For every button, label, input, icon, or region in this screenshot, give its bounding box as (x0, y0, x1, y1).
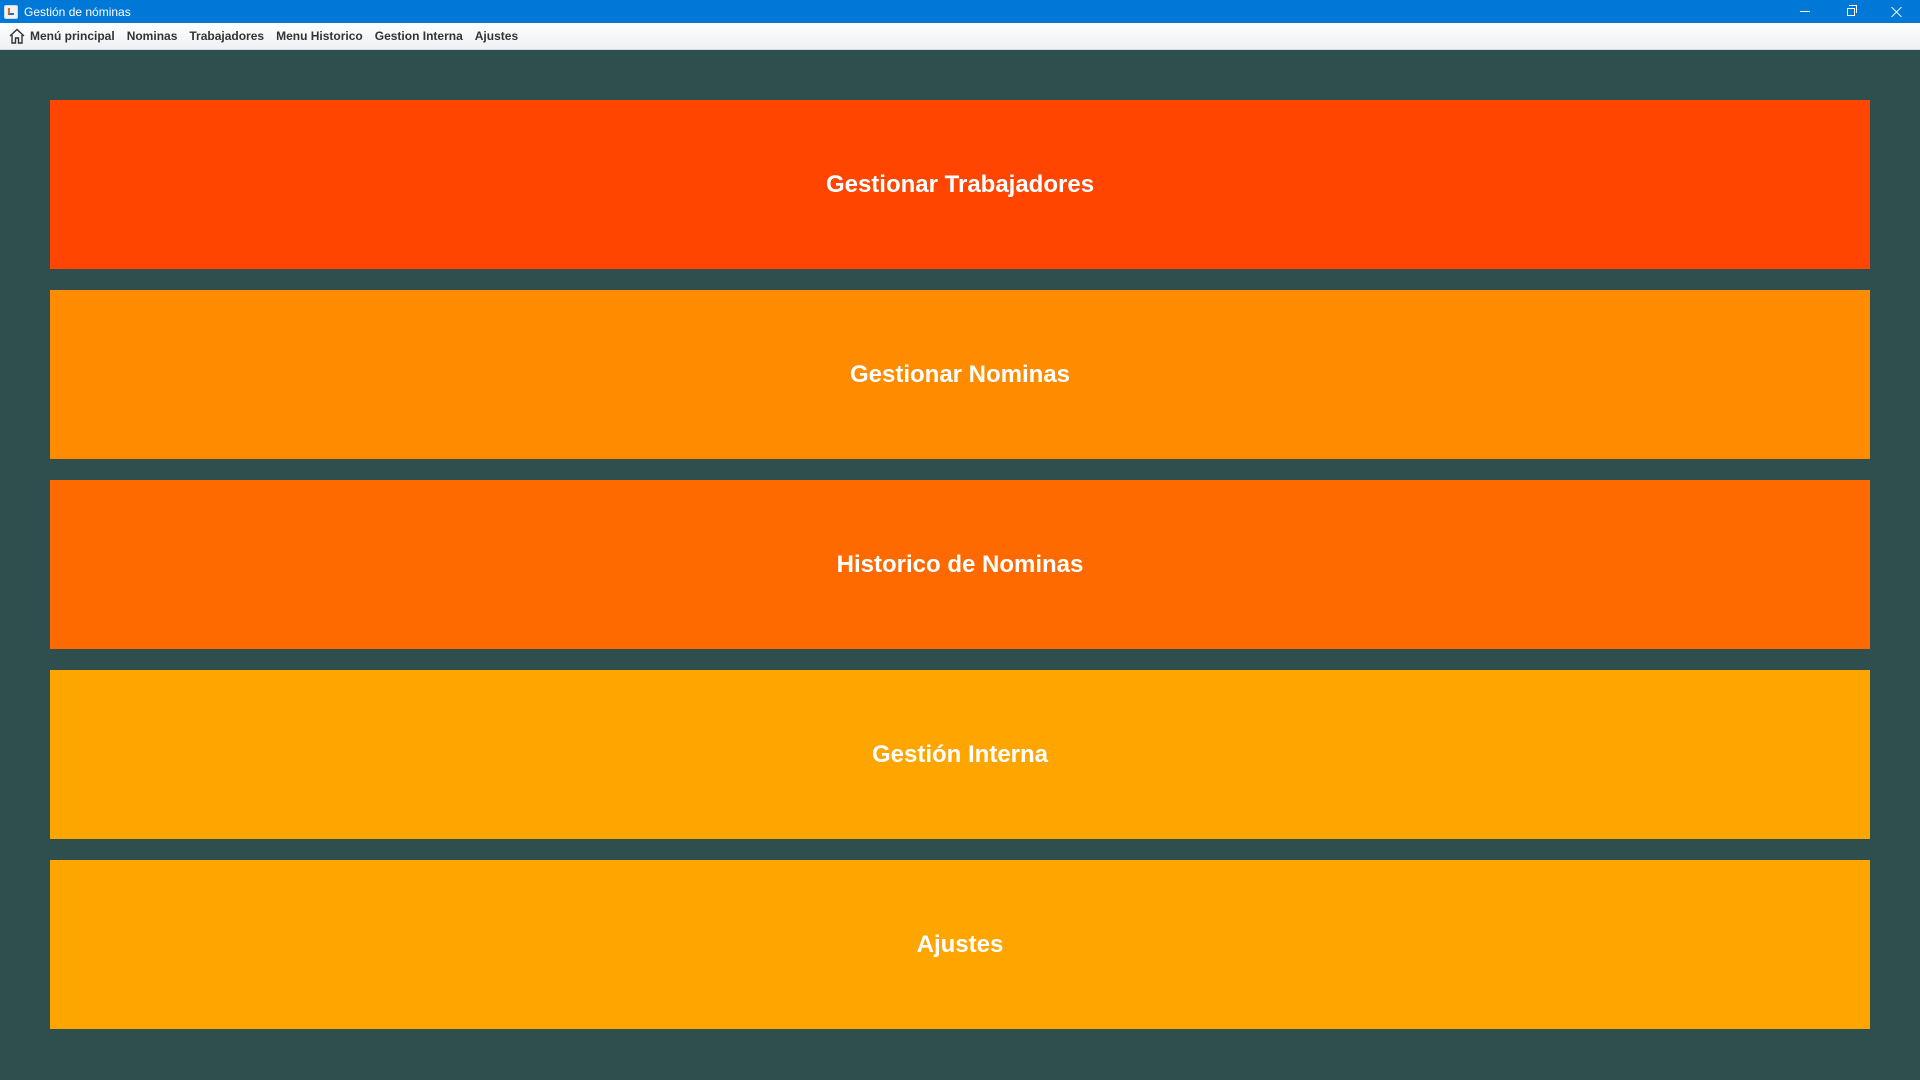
gestionar-nominas-button[interactable]: Gestionar Nominas (50, 290, 1870, 459)
menu-item-ajustes[interactable]: Ajustes (469, 23, 524, 50)
button-label: Gestionar Nominas (849, 360, 1071, 388)
main-menu-panel: Gestionar Trabajadores Gestionar Nominas… (50, 100, 1870, 1050)
menu-item-label: Gestion Interna (374, 29, 463, 43)
menu-item-trabajadores[interactable]: Trabajadores (183, 23, 270, 50)
restore-button[interactable] (1828, 0, 1874, 23)
gestionar-trabajadores-button[interactable]: Gestionar Trabajadores (50, 100, 1870, 269)
minimize-button[interactable] (1782, 0, 1828, 23)
menu-item-label: Trabajadores (189, 29, 265, 43)
historico-de-nominas-button[interactable]: Historico de Nominas (50, 480, 1870, 649)
window-titlebar: Gestión de nóminas (0, 0, 1920, 23)
java-app-icon (4, 4, 18, 19)
menu-item-label: Menu Historico (276, 29, 363, 43)
menu-item-menu-principal[interactable]: Menú principal (0, 23, 121, 50)
close-button[interactable] (1874, 0, 1920, 23)
menu-item-label: Ajustes (474, 29, 519, 43)
button-label: Gestionar Trabajadores (825, 170, 1095, 198)
restore-icon (1847, 4, 1857, 16)
button-label: Gestión Interna (871, 740, 1049, 768)
gestion-interna-button[interactable]: Gestión Interna (50, 670, 1870, 839)
window-controls (1782, 0, 1920, 23)
menu-item-gestion-interna[interactable]: Gestion Interna (369, 23, 469, 50)
window-title: Gestión de nóminas (24, 4, 131, 19)
button-label: Historico de Nominas (836, 550, 1084, 578)
menu-item-label: Nominas (126, 29, 178, 43)
minimize-icon (1800, 11, 1810, 12)
menu-bar: Menú principal Nominas Trabajadores Menu… (0, 23, 1920, 50)
button-label: Ajustes (916, 930, 1004, 958)
home-icon (9, 28, 25, 44)
close-icon (1891, 6, 1903, 18)
menu-item-menu-historico[interactable]: Menu Historico (270, 23, 369, 50)
menu-item-nominas[interactable]: Nominas (121, 23, 184, 50)
ajustes-button[interactable]: Ajustes (50, 860, 1870, 1029)
menu-item-label: Menú principal (30, 29, 115, 43)
